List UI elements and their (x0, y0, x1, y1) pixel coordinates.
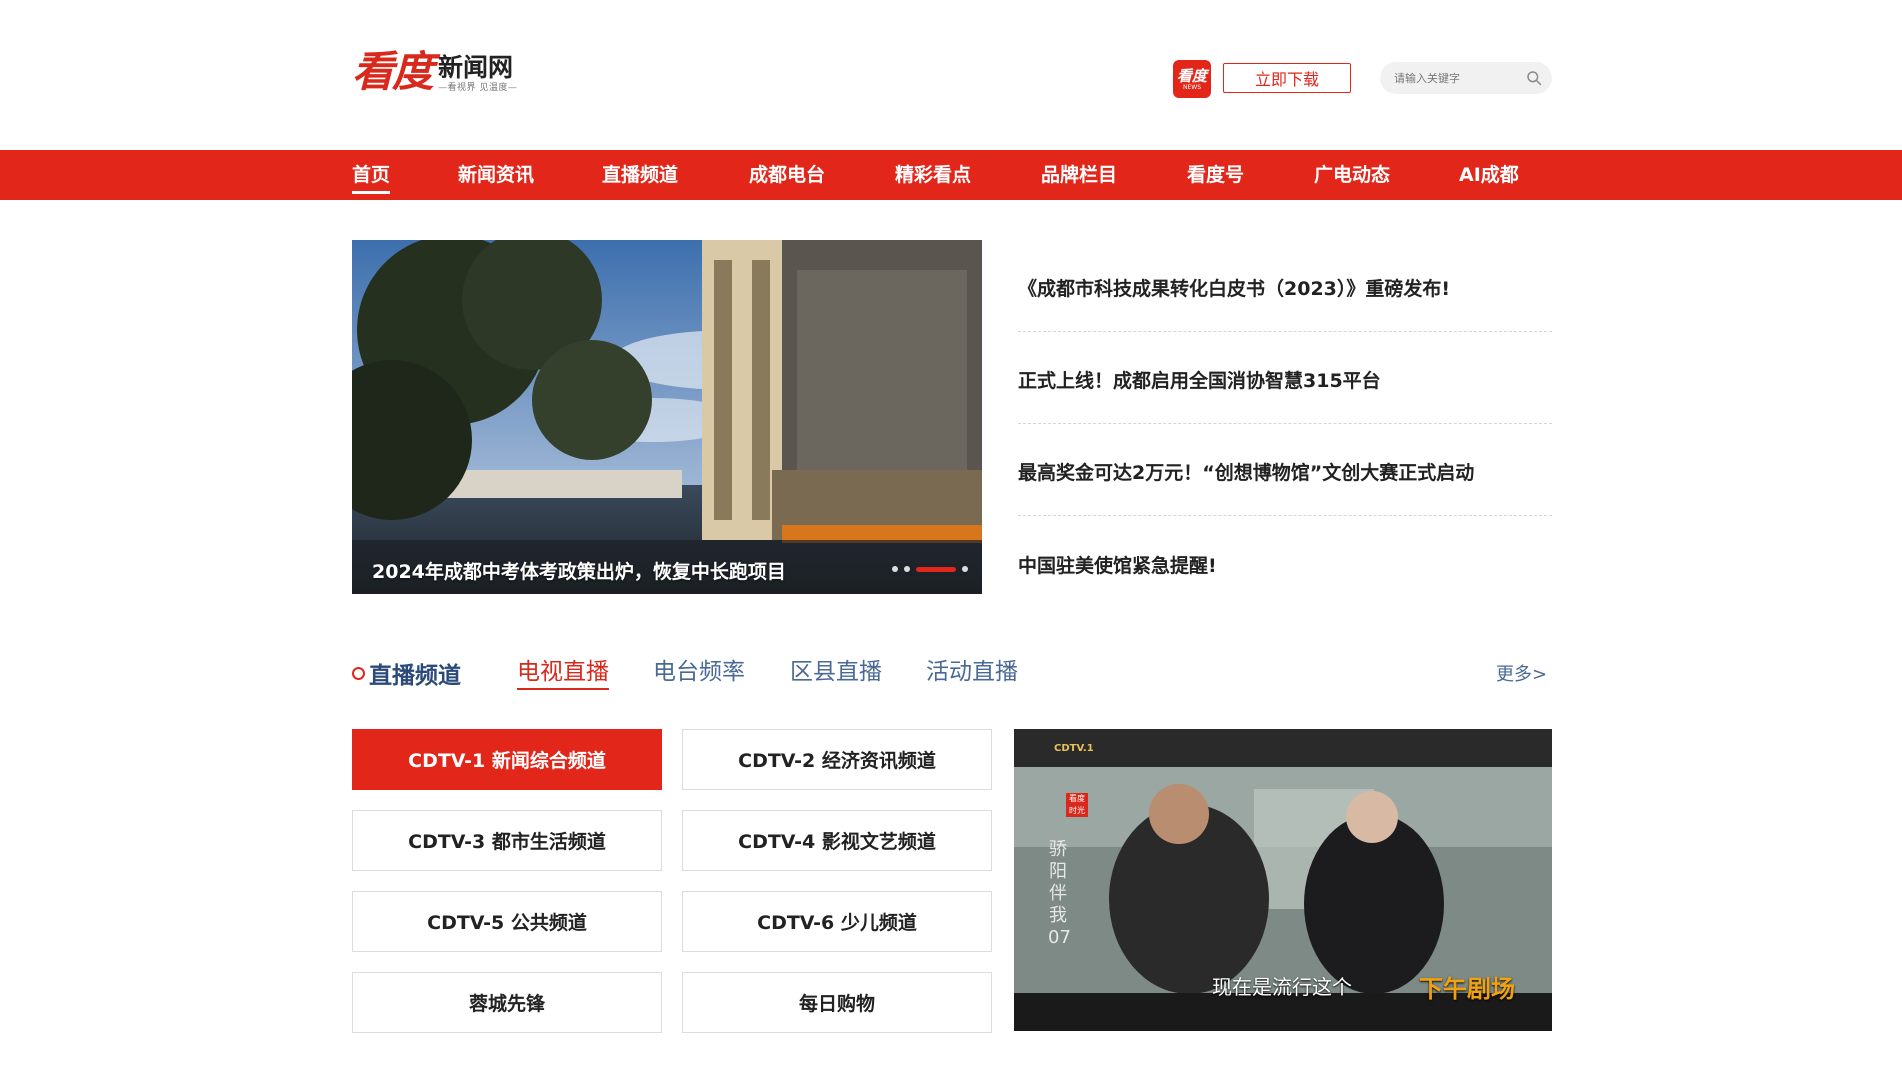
nav-item-programs[interactable]: 品牌栏目 (1041, 150, 1117, 200)
channel-button-cdtv3[interactable]: CDTV-3 都市生活频道 (352, 810, 662, 871)
app-icon-text: 看度 (1176, 66, 1207, 85)
headline-item[interactable]: 《成都市科技成果转化白皮书（2023）》重磅发布! (1018, 240, 1552, 332)
program-corner-label: 下午剧场 (1419, 975, 1515, 1003)
carousel-dot-active[interactable] (916, 566, 956, 572)
tab-district-live[interactable]: 区县直播 (790, 656, 882, 688)
app-icon-sub: NEWS (1182, 83, 1202, 91)
nav-item-live[interactable]: 直播频道 (602, 150, 678, 200)
video-subtitle: 现在是流行这个 (1212, 975, 1352, 999)
channel-button-cdtv1[interactable]: CDTV-1 新闻综合频道 (352, 729, 662, 790)
main-nav: 首页 新闻资讯 直播频道 成都电台 精彩看点 品牌栏目 看度号 广电动态 AI成… (0, 150, 1902, 200)
nav-item-kandu-hao[interactable]: 看度号 (1187, 150, 1244, 200)
app-icon[interactable]: 看度 NEWS (1173, 60, 1211, 98)
hero-caption[interactable]: 2024年成都中考体考政策出炉，恢复中长跑项目 (372, 557, 786, 584)
headline-item[interactable]: 正式上线！成都启用全国消协智慧315平台 (1018, 332, 1552, 424)
site-logo[interactable]: 看度 新闻网 —看视界 见温度— (352, 50, 517, 94)
tab-tv-live[interactable]: 电视直播 (517, 656, 609, 690)
circle-bullet-icon (352, 666, 365, 680)
download-button[interactable]: 立即下载 (1223, 63, 1351, 93)
channel-logo: CDTV.1 (1054, 743, 1094, 754)
channel-button-cdtv2[interactable]: CDTV-2 经济资讯频道 (682, 729, 992, 790)
nav-item-highlights[interactable]: 精彩看点 (895, 150, 971, 200)
nav-item-radio[interactable]: 成都电台 (749, 150, 825, 200)
channel-button-shopping[interactable]: 每日购物 (682, 972, 992, 1033)
tab-radio-frequency[interactable]: 电台频率 (653, 656, 745, 688)
program-badge: 看度 时光 (1066, 793, 1088, 817)
section-title-live: 直播频道 (352, 656, 461, 690)
page: 看度 新闻网 —看视界 见温度— 看度 NEWS 立即下载 首页 新闻资讯 直播… (0, 0, 1902, 1080)
nav-item-broadcast-news[interactable]: 广电动态 (1314, 150, 1390, 200)
nav-item-news[interactable]: 新闻资讯 (458, 150, 534, 200)
search-input[interactable] (1392, 70, 1526, 86)
carousel-dot[interactable] (904, 566, 910, 572)
search-icon[interactable] (1526, 68, 1542, 88)
headline-list: 《成都市科技成果转化白皮书（2023）》重磅发布! 正式上线！成都启用全国消协智… (1018, 240, 1552, 608)
more-link[interactable]: 更多> (1496, 660, 1547, 686)
tab-event-live[interactable]: 活动直播 (926, 656, 1018, 688)
logo-slogan: —看视界 见温度— (438, 83, 518, 93)
logo-name: 新闻网 (438, 53, 514, 82)
program-title-vertical: 骄阳伴我07 (1048, 839, 1071, 948)
carousel-dot[interactable] (892, 566, 898, 572)
channel-button-cdtv5[interactable]: CDTV-5 公共频道 (352, 891, 662, 952)
carousel-dot[interactable] (962, 566, 968, 572)
channel-button-rongcheng[interactable]: 蓉城先锋 (352, 972, 662, 1033)
search-box (1380, 62, 1552, 94)
video-player[interactable]: CDTV.1 看度 时光 骄阳伴我07 现在是流行这个 下午剧场 (1014, 729, 1552, 1031)
nav-item-ai-chengdu[interactable]: AI成都 (1459, 150, 1519, 200)
channel-button-cdtv6[interactable]: CDTV-6 少儿频道 (682, 891, 992, 952)
headline-item[interactable]: 最高奖金可达2万元！“创想博物馆”文创大赛正式启动 (1018, 424, 1552, 516)
channel-button-cdtv4[interactable]: CDTV-4 影视文艺频道 (682, 810, 992, 871)
nav-item-home[interactable]: 首页 (352, 150, 391, 200)
section-title-text: 直播频道 (369, 663, 461, 689)
hero-image (352, 240, 982, 594)
carousel-indicators (892, 566, 968, 572)
headline-item[interactable]: 中国驻美使馆紧急提醒! (1018, 516, 1552, 608)
hero-carousel[interactable]: 2024年成都中考体考政策出炉，恢复中长跑项目 (352, 240, 982, 594)
logo-mark: 看度 (352, 47, 434, 96)
